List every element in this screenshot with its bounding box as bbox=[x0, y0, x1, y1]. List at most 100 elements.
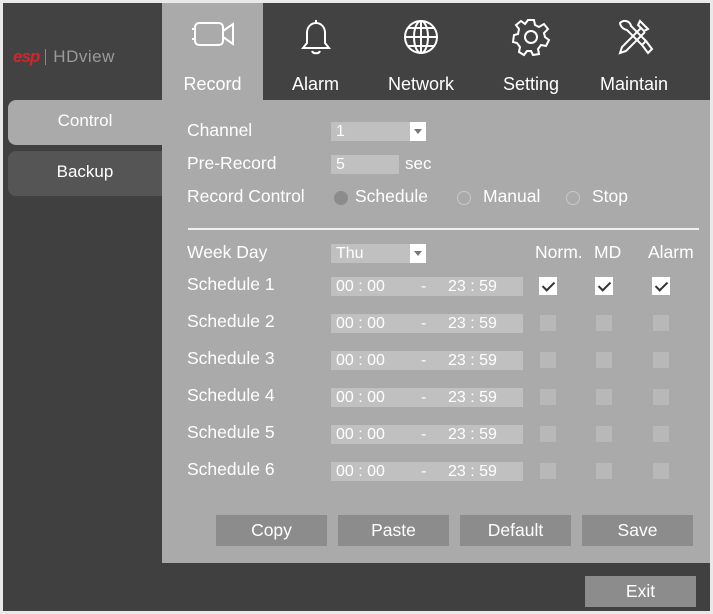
column-alarm-header: Alarm bbox=[648, 242, 694, 262]
bottom-bar: Exit bbox=[162, 563, 710, 611]
schedule-end-time: 23 : 59 bbox=[448, 463, 497, 480]
alarm-checkbox[interactable] bbox=[653, 426, 669, 442]
schedule-end-time: 23 : 59 bbox=[448, 278, 497, 295]
paste-button[interactable]: Paste bbox=[338, 515, 449, 546]
channel-label: Channel bbox=[187, 120, 253, 140]
norm-checkbox[interactable] bbox=[540, 352, 556, 368]
schedule-sep-time: - bbox=[421, 426, 427, 443]
md-checkbox[interactable] bbox=[596, 315, 612, 331]
norm-checkbox[interactable] bbox=[540, 463, 556, 479]
schedule-label: Schedule 1 bbox=[187, 274, 275, 294]
tab-maintain[interactable]: Maintain bbox=[581, 3, 687, 100]
alarm-checkbox[interactable] bbox=[653, 389, 669, 405]
schedule-start-time: 00 : 00 bbox=[336, 352, 385, 369]
schedule-start-time: 00 : 00 bbox=[336, 389, 385, 406]
video-camera-icon bbox=[162, 17, 263, 61]
schedule-sep-time: - bbox=[421, 278, 427, 295]
schedule-label: Schedule 6 bbox=[187, 459, 275, 479]
schedule-sep-time: - bbox=[421, 352, 427, 369]
week-day-value: Thu bbox=[336, 245, 364, 262]
radio-manual-label: Manual bbox=[483, 186, 541, 206]
copy-button[interactable]: Copy bbox=[216, 515, 327, 546]
record-control-panel: Channel 1 Pre-Record 5 sec Record Contro… bbox=[162, 100, 710, 563]
schedule-time-range-input[interactable]: 00 : 00 - 23 : 59 bbox=[331, 425, 523, 444]
schedule-time-range-input[interactable]: 00 : 00 - 23 : 59 bbox=[331, 462, 523, 481]
sidebar: Control Backup bbox=[3, 100, 162, 611]
radio-schedule[interactable] bbox=[334, 191, 348, 205]
sidebar-item-backup[interactable]: Backup bbox=[8, 151, 162, 196]
schedule-end-time: 23 : 59 bbox=[448, 389, 497, 406]
tab-alarm-label: Alarm bbox=[291, 74, 339, 94]
schedule-sep-time: - bbox=[421, 463, 427, 480]
tab-record-label: Record bbox=[183, 74, 242, 94]
save-button[interactable]: Save bbox=[582, 515, 693, 546]
schedule-start-time: 00 : 00 bbox=[336, 426, 385, 443]
schedule-time-range-input[interactable]: 00 : 00 - 23 : 59 bbox=[331, 314, 523, 333]
schedule-sep-time: - bbox=[421, 315, 427, 332]
tab-alarm[interactable]: Alarm bbox=[273, 3, 358, 100]
norm-checkbox[interactable] bbox=[540, 315, 556, 331]
alarm-checkbox[interactable] bbox=[653, 315, 669, 331]
schedule-label: Schedule 2 bbox=[187, 311, 275, 331]
md-checkbox[interactable] bbox=[596, 352, 612, 368]
sidebar-item-control[interactable]: Control bbox=[8, 100, 162, 145]
norm-checkbox[interactable] bbox=[539, 277, 557, 295]
norm-checkbox[interactable] bbox=[540, 426, 556, 442]
md-checkbox[interactable] bbox=[596, 389, 612, 405]
md-checkbox[interactable] bbox=[596, 426, 612, 442]
schedule-time-range-input[interactable]: 00 : 00 - 23 : 59 bbox=[331, 277, 523, 296]
schedule-time-range-input[interactable]: 00 : 00 - 23 : 59 bbox=[331, 388, 523, 407]
brand-name: HDview bbox=[53, 47, 115, 66]
channel-select[interactable]: 1 bbox=[331, 122, 426, 141]
tab-network-label: Network bbox=[387, 74, 454, 94]
md-checkbox[interactable] bbox=[595, 277, 613, 295]
section-divider bbox=[188, 228, 699, 230]
schedule-start-time: 00 : 00 bbox=[336, 315, 385, 332]
brand-esp: esp bbox=[13, 47, 40, 66]
brand-separator bbox=[45, 49, 47, 65]
schedule-label: Schedule 4 bbox=[187, 385, 275, 405]
schedule-start-time: 00 : 00 bbox=[336, 278, 385, 295]
pre-record-input[interactable]: 5 bbox=[331, 155, 399, 174]
radio-manual[interactable] bbox=[457, 191, 471, 205]
schedule-label: Schedule 3 bbox=[187, 348, 275, 368]
tab-network[interactable]: Network bbox=[371, 3, 471, 100]
tools-icon bbox=[581, 17, 687, 61]
gear-icon bbox=[483, 17, 579, 61]
radio-stop[interactable] bbox=[566, 191, 580, 205]
schedule-end-time: 23 : 59 bbox=[448, 315, 497, 332]
radio-schedule-label: Schedule bbox=[355, 186, 428, 206]
schedule-end-time: 23 : 59 bbox=[448, 426, 497, 443]
column-md-header: MD bbox=[594, 242, 622, 262]
tab-record[interactable]: Record bbox=[162, 3, 263, 100]
radio-stop-label: Stop bbox=[592, 186, 628, 206]
tab-setting[interactable]: Setting bbox=[483, 3, 579, 100]
alarm-checkbox[interactable] bbox=[653, 463, 669, 479]
schedule-end-time: 23 : 59 bbox=[448, 352, 497, 369]
schedule-time-range-input[interactable]: 00 : 00 - 23 : 59 bbox=[331, 351, 523, 370]
norm-checkbox[interactable] bbox=[540, 389, 556, 405]
channel-value: 1 bbox=[336, 123, 345, 140]
schedule-sep-time: - bbox=[421, 389, 427, 406]
default-button[interactable]: Default bbox=[460, 515, 571, 546]
dvr-settings-window: esp HDview Record Alarm Network Setting … bbox=[3, 3, 710, 611]
tab-maintain-label: Maintain bbox=[599, 74, 669, 94]
globe-icon bbox=[371, 17, 471, 61]
week-day-select[interactable]: Thu bbox=[331, 244, 426, 263]
alarm-checkbox[interactable] bbox=[653, 352, 669, 368]
tab-setting-label: Setting bbox=[502, 74, 560, 94]
pre-record-unit: sec bbox=[405, 154, 432, 173]
md-checkbox[interactable] bbox=[596, 463, 612, 479]
exit-button[interactable]: Exit bbox=[585, 576, 696, 607]
chevron-down-icon bbox=[410, 244, 426, 263]
chevron-down-icon bbox=[410, 122, 426, 141]
alarm-checkbox[interactable] bbox=[652, 277, 670, 295]
bell-icon bbox=[273, 17, 358, 61]
schedule-start-time: 00 : 00 bbox=[336, 463, 385, 480]
pre-record-label: Pre-Record bbox=[187, 153, 277, 173]
record-control-label: Record Control bbox=[187, 186, 305, 206]
schedule-label: Schedule 5 bbox=[187, 422, 275, 442]
brand-logo: esp HDview bbox=[13, 47, 115, 67]
column-norm-header: Norm. bbox=[535, 242, 583, 262]
top-navigation: esp HDview Record Alarm Network Setting … bbox=[3, 3, 710, 100]
